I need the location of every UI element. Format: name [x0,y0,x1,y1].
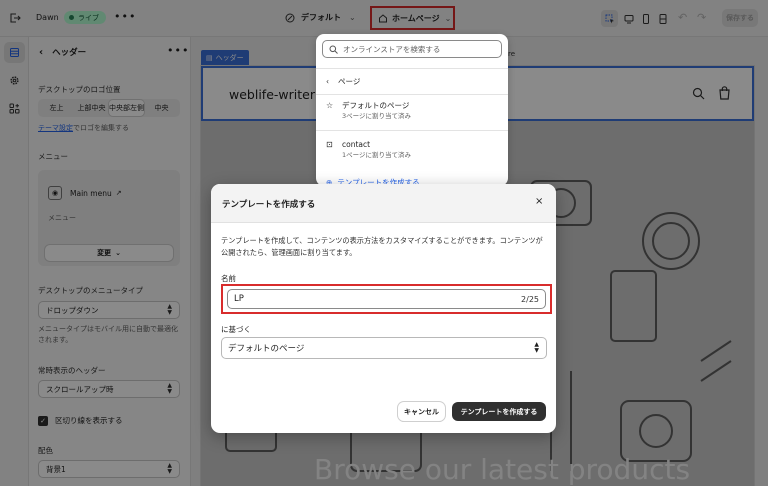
dropdown-section-header[interactable]: ‹ ページ [326,76,360,87]
template-name-value: LP [234,294,244,304]
template-sub: 1ページに割り当て済み [342,151,412,159]
create-template-modal: テンプレートを作成する × テンプレートを作成して、コンテンツの表示方法をカスタ… [211,184,556,433]
cancel-button[interactable]: キャンセル [398,402,445,421]
based-on-label: に基づく [221,325,251,334]
dropdown-search-input[interactable]: オンラインストアを検索する [322,40,502,58]
template-item-contact[interactable]: ⊡ contact 1ページに割り当て済み [326,140,411,160]
search-placeholder: オンラインストアを検索する [343,44,441,54]
based-on-select[interactable]: デフォルトのページ ▲ ▼ [221,337,547,359]
modal-description: テンプレートを作成して、コンテンツの表示方法をカスタマイズすることができます。コ… [221,236,543,257]
name-label: 名前 [221,274,236,283]
template-title: デフォルトのページ [342,101,410,110]
close-icon[interactable]: × [535,196,543,207]
create-template-button[interactable]: テンプレートを作成する [452,402,546,421]
divider [316,130,508,131]
template-name-input[interactable]: LP 2/25 [227,289,546,309]
character-count: 2/25 [521,295,539,304]
based-on-value: デフォルトのページ [228,344,305,354]
star-icon: ☆ [326,101,334,110]
template-title: contact [342,140,371,149]
template-item-default[interactable]: ☆ デフォルトのページ 3ページに割り当て済み [326,101,411,121]
template-sub: 3ページに割り当て済み [342,112,412,120]
back-arrow-icon: ‹ [326,77,329,86]
name-highlight: LP 2/25 [221,284,552,314]
page-picker-dropdown: オンラインストアを検索する ‹ ページ ☆ デフォルトのページ 3ページに割り当て… [316,34,508,186]
section-label: ページ [338,77,361,86]
search-icon [329,45,338,54]
template-icon: ⊡ [326,140,333,149]
divider [316,68,508,69]
select-arrows-icon: ▲ ▼ [534,341,539,354]
modal-title: テンプレートを作成する [222,200,316,210]
divider [316,94,508,95]
modal-header: テンプレートを作成する × [211,184,556,223]
